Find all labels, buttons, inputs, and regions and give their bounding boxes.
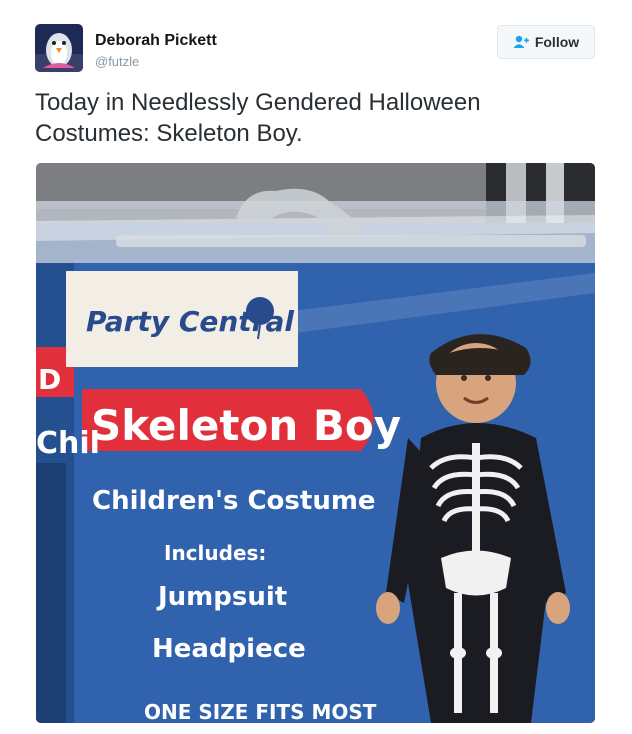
tweet-photo[interactable]: Party Central Skeleton Boy Chil D Childr… [36,163,595,723]
author-name[interactable]: Deborah Pickett [95,32,217,50]
includes-label: Includes: [164,541,266,565]
author-handle[interactable]: @futzle [95,54,139,69]
follow-button[interactable]: Follow [497,25,595,59]
tweet-header: Deborah Pickett @futzle Follow [35,24,595,74]
edge-text-d: D [38,363,61,396]
size-note: ONE SIZE FITS MOST [144,700,377,723]
balloon-icon [246,297,274,325]
include-item-jumpsuit: Jumpsuit [156,582,287,612]
follow-label: Follow [534,34,580,50]
include-item-headpiece: Headpiece [152,634,306,664]
product-name: Skeleton Boy [91,401,401,450]
product-subtitle: Children's Costume [92,486,376,516]
add-user-icon [513,35,529,49]
edge-text-chil: Chil [36,426,100,461]
avatar[interactable] [35,24,83,72]
tweet-text: Today in Needlessly Gendered Halloween C… [35,89,481,147]
